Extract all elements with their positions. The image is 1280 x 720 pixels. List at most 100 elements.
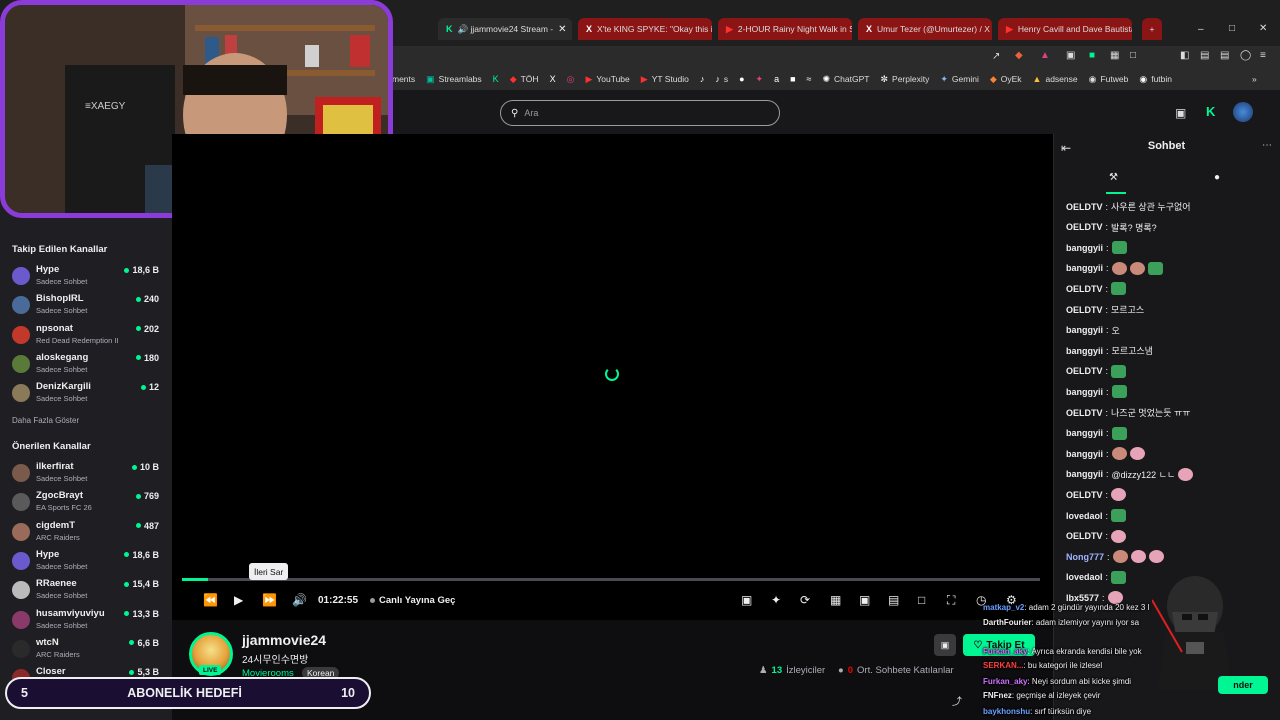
share-stream-icon[interactable]: ⤴ bbox=[952, 693, 962, 708]
close-tab-icon[interactable]: ✕ bbox=[558, 24, 566, 35]
chat-username[interactable]: OELDTV bbox=[1066, 305, 1103, 315]
prime-loot-icon[interactable]: ▣ bbox=[1175, 106, 1186, 120]
fullscreen-icon[interactable]: ⛶ bbox=[947, 593, 955, 608]
browser-tab[interactable]: ▶ 2-HOUR Rainy Night Walk in S bbox=[718, 18, 852, 40]
more-bookmarks-icon[interactable]: » bbox=[1252, 74, 1257, 84]
bookmark-item[interactable]: ments bbox=[392, 74, 415, 84]
sidebar-channel-item[interactable]: wtcN ARC Raiders 6,6 B bbox=[0, 635, 172, 663]
chat-username[interactable]: OELDTV bbox=[1066, 531, 1103, 541]
chat-username[interactable]: banggyii bbox=[1066, 263, 1103, 273]
sidebar-channel-item[interactable]: cigdemT ARC Raiders 487 bbox=[0, 518, 172, 546]
bookmark-item[interactable]: ◆ TÖH bbox=[510, 74, 539, 85]
go-live-button[interactable]: Canlı Yayına Geç bbox=[370, 595, 455, 606]
stats-icon[interactable]: ▦ bbox=[830, 593, 841, 607]
bookmark-item[interactable]: ◉ futbin bbox=[1139, 74, 1172, 85]
rewind-icon[interactable]: ⏪ bbox=[203, 593, 218, 607]
chat-username[interactable]: banggyii bbox=[1066, 449, 1103, 459]
bookmark-item[interactable]: ◎ bbox=[567, 74, 575, 85]
sidebar-channel-item[interactable]: Hype Sadece Sohbet 18,6 B bbox=[0, 547, 172, 575]
sidebar-toggle-icon[interactable]: ◧ bbox=[1180, 50, 1189, 61]
sidebar-channel-item[interactable]: husamviyuviyu Sadece Sohbet 13,3 B bbox=[0, 606, 172, 634]
miniplayer-icon[interactable]: ▣ bbox=[859, 593, 870, 607]
sparkle-icon[interactable]: ✦ bbox=[771, 593, 781, 607]
sidebar-channel-item[interactable]: BishopIRL Sadece Sohbet 240 bbox=[0, 291, 172, 319]
show-more-link[interactable]: Daha Fazla Göster bbox=[12, 416, 79, 425]
bookmark-item[interactable]: ▣ Streamlabs bbox=[426, 74, 482, 85]
bookmark-item[interactable]: ▶ YouTube bbox=[585, 74, 629, 85]
bookmark-item[interactable]: ✦ bbox=[756, 74, 764, 85]
bookmark-item[interactable]: ♪ bbox=[700, 74, 705, 84]
wallet-icon[interactable]: ▤ bbox=[1200, 50, 1209, 61]
chat-username[interactable]: OELDTV bbox=[1066, 284, 1103, 294]
extension-icon-3[interactable]: ▦ bbox=[1110, 50, 1119, 61]
bookmark-item[interactable]: ≈ bbox=[807, 74, 812, 84]
maximize-icon[interactable]: □ bbox=[1229, 23, 1235, 34]
bookmark-item[interactable]: ◉ Futweb bbox=[1089, 74, 1129, 85]
close-window-icon[interactable]: ✕ bbox=[1259, 23, 1267, 34]
bookmark-item[interactable]: X bbox=[550, 74, 556, 84]
bookmark-item[interactable]: ▶ YT Studio bbox=[641, 74, 689, 85]
notification-bell-button[interactable]: ▣ bbox=[934, 634, 956, 656]
bookmark-item[interactable]: K bbox=[493, 74, 499, 84]
chat-username[interactable]: OELDTV bbox=[1066, 222, 1103, 232]
theatre-mode-icon[interactable]: ▤ bbox=[888, 593, 899, 607]
channel-name[interactable]: jjammovie24 bbox=[242, 632, 326, 648]
chat-username[interactable]: OELDTV bbox=[1066, 202, 1103, 212]
extension-icon-1[interactable]: ▣ bbox=[1066, 50, 1075, 61]
chat-username[interactable]: OELDTV bbox=[1066, 408, 1103, 418]
sidebar-channel-item[interactable]: aloskegang Sadece Sohbet 180 bbox=[0, 350, 172, 378]
chat-send-button[interactable]: nder bbox=[1218, 676, 1268, 694]
new-tab-button[interactable]: + bbox=[1142, 18, 1162, 40]
chat-username[interactable]: lovedaol bbox=[1066, 572, 1103, 582]
extension-icon-4[interactable]: □ bbox=[1130, 50, 1136, 61]
fast-forward-icon[interactable]: ⏩ bbox=[262, 593, 277, 607]
bookmark-item[interactable]: a bbox=[774, 74, 779, 84]
mod-tools-icon[interactable]: ⚒ bbox=[1109, 172, 1118, 183]
bookmark-item[interactable]: ♪ s bbox=[715, 74, 728, 84]
minimize-icon[interactable]: – bbox=[1198, 24, 1204, 35]
picture-in-picture-icon[interactable]: □ bbox=[918, 593, 925, 607]
chat-username[interactable]: lovedaol bbox=[1066, 511, 1103, 521]
chat-username[interactable]: lbx5577 bbox=[1066, 593, 1099, 603]
sidebar-channel-item[interactable]: Hype Sadece Sohbet 18,6 B bbox=[0, 262, 172, 290]
chat-username[interactable]: banggyii bbox=[1066, 325, 1103, 335]
sidebar-channel-item[interactable]: npsonat Red Dead Redemption II 202 bbox=[0, 321, 172, 349]
bookmark-item[interactable]: ✼ Perplexity bbox=[880, 74, 929, 85]
play-icon[interactable]: ▶ bbox=[234, 593, 243, 607]
sidebar-channel-item[interactable]: ZgocBrayt EA Sports FC 26 769 bbox=[0, 488, 172, 516]
chat-username[interactable]: banggyii bbox=[1066, 469, 1103, 479]
bookmark-item[interactable]: ✦ Gemini bbox=[940, 74, 978, 85]
chat-username[interactable]: OELDTV bbox=[1066, 490, 1103, 500]
clip-crop-icon[interactable]: ▣ bbox=[741, 593, 752, 607]
sidebar-channel-item[interactable]: RRaenee Sadece Sohbet 15,4 B bbox=[0, 576, 172, 604]
chat-username[interactable]: Nong777 bbox=[1066, 552, 1104, 562]
chat-username[interactable]: banggyii bbox=[1066, 346, 1103, 356]
chat-username[interactable]: banggyii bbox=[1066, 243, 1103, 253]
volume-icon[interactable]: 🔊 bbox=[292, 593, 307, 607]
sidebar-channel-item[interactable]: DenizKargili Sadece Sohbet 12 bbox=[0, 379, 172, 407]
kick-icon[interactable]: K bbox=[1206, 104, 1215, 119]
bookmark-item[interactable]: ■ bbox=[790, 74, 795, 84]
reading-list-icon[interactable]: ▤ bbox=[1220, 50, 1229, 61]
progress-bar[interactable] bbox=[182, 578, 1040, 581]
bookmark-item[interactable]: ● bbox=[739, 74, 744, 84]
chat-username[interactable]: banggyii bbox=[1066, 428, 1103, 438]
search-box[interactable]: ⚲ Ara bbox=[500, 100, 780, 126]
bookmark-item[interactable]: ◆ OyEk bbox=[990, 74, 1022, 85]
vpn-icon[interactable]: ◯ bbox=[1240, 50, 1251, 61]
chat-more-icon[interactable]: ⋯ bbox=[1262, 140, 1272, 151]
replay-icon[interactable]: ⟳ bbox=[800, 593, 810, 607]
chat-username[interactable]: banggyii bbox=[1066, 387, 1103, 397]
bookmark-item[interactable]: ✺ ChatGPT bbox=[823, 74, 870, 85]
browser-tab[interactable]: ▶ Henry Cavill and Dave Bautista bbox=[998, 18, 1132, 40]
browser-tab[interactable]: X Umur Tezer (@Umurtezer) / X bbox=[858, 18, 992, 40]
menu-icon[interactable]: ≡ bbox=[1260, 50, 1266, 61]
browser-tab[interactable]: K 🔊 jjammovie24 Stream - ✕ bbox=[438, 18, 572, 40]
user-avatar[interactable] bbox=[1233, 102, 1253, 122]
extension-icon-2[interactable]: ■ bbox=[1089, 50, 1095, 61]
brave-rewards-icon[interactable]: ▲ bbox=[1040, 50, 1050, 61]
browser-tab[interactable]: X X'te KING SPYKE: "Okay this is bbox=[578, 18, 712, 40]
share-icon[interactable]: ↗ bbox=[992, 51, 1000, 62]
chat-username[interactable]: OELDTV bbox=[1066, 366, 1103, 376]
bookmark-item[interactable]: ▲ adsense bbox=[1033, 74, 1078, 84]
